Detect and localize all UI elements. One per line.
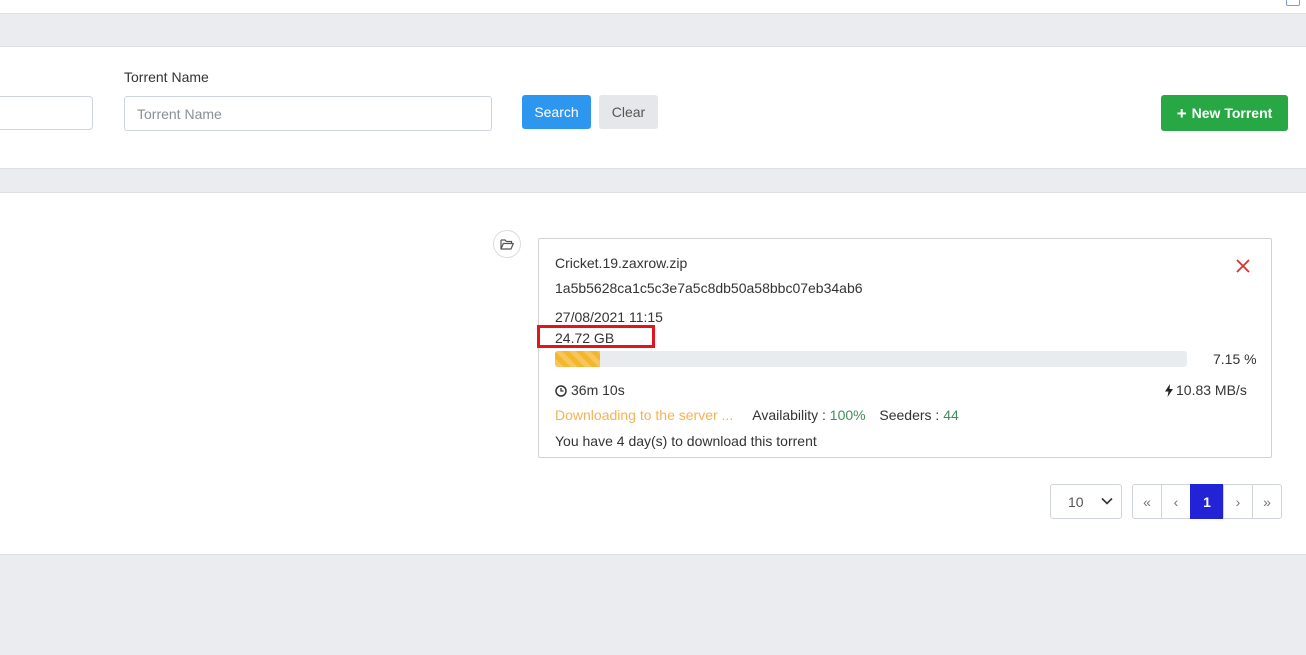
chevron-down-icon [1101,497,1113,505]
download-speed-text: 10.83 MB/s [1176,382,1247,398]
time-remaining-text: 36m 10s [571,382,625,398]
page-first-button[interactable]: « [1132,484,1162,519]
size-highlight-box [537,325,655,348]
torrent-list-panel: Cricket.19.zaxrow.zip 1a5b5628ca1c5c3e7a… [0,192,1306,555]
top-bar [0,0,1306,14]
new-torrent-button[interactable]: + New Torrent [1161,95,1288,131]
bolt-icon [1165,384,1173,397]
page-size-value: 10 [1068,493,1084,510]
clock-icon [555,385,567,397]
page-size-select[interactable]: 10 [1050,484,1122,519]
plus-icon: + [1176,103,1187,123]
clear-button[interactable]: Clear [599,95,658,129]
seeders-label: Seeders : [879,407,940,423]
status-line: Downloading to the server ... Availabili… [555,407,959,423]
time-remaining: 36m 10s [555,382,625,398]
page-last-button[interactable]: » [1252,484,1282,519]
torrent-name: Cricket.19.zaxrow.zip [555,255,688,271]
seeders-value: 44 [943,407,959,423]
progress-percent: 7.15 % [1213,351,1257,367]
progress-fill [555,351,601,367]
days-remaining-notice: You have 4 day(s) to download this torre… [555,433,817,449]
download-status[interactable]: Downloading to the server ... [555,407,733,423]
left-filter-input[interactable] [0,96,93,130]
progress-bar [555,351,1187,367]
search-panel: Torrent Name Search Clear + New Torrent [0,46,1306,169]
torrent-date: 27/08/2021 11:15 [555,309,663,325]
torrent-card: Cricket.19.zaxrow.zip 1a5b5628ca1c5c3e7a… [537,238,1272,458]
page-prev-button[interactable]: ‹ [1161,484,1191,519]
search-button[interactable]: Search [522,95,591,129]
page-current-button[interactable]: 1 [1190,484,1224,519]
page-next-button[interactable]: › [1223,484,1253,519]
download-speed: 10.83 MB/s [1165,382,1247,398]
window-icon[interactable] [1286,0,1300,6]
torrent-hash: 1a5b5628ca1c5c3e7a5c8db50a58bbc07eb34ab6 [555,280,863,296]
new-torrent-label: New Torrent [1191,105,1273,121]
pagination: « ‹ 1 › » [1132,484,1282,519]
torrent-name-input[interactable] [124,96,492,131]
folder-open-icon[interactable] [493,230,521,258]
close-icon[interactable] [1234,257,1252,275]
availability-value: 100% [829,407,866,423]
torrent-name-label: Torrent Name [124,69,209,85]
availability-label: Availability : [752,407,826,423]
